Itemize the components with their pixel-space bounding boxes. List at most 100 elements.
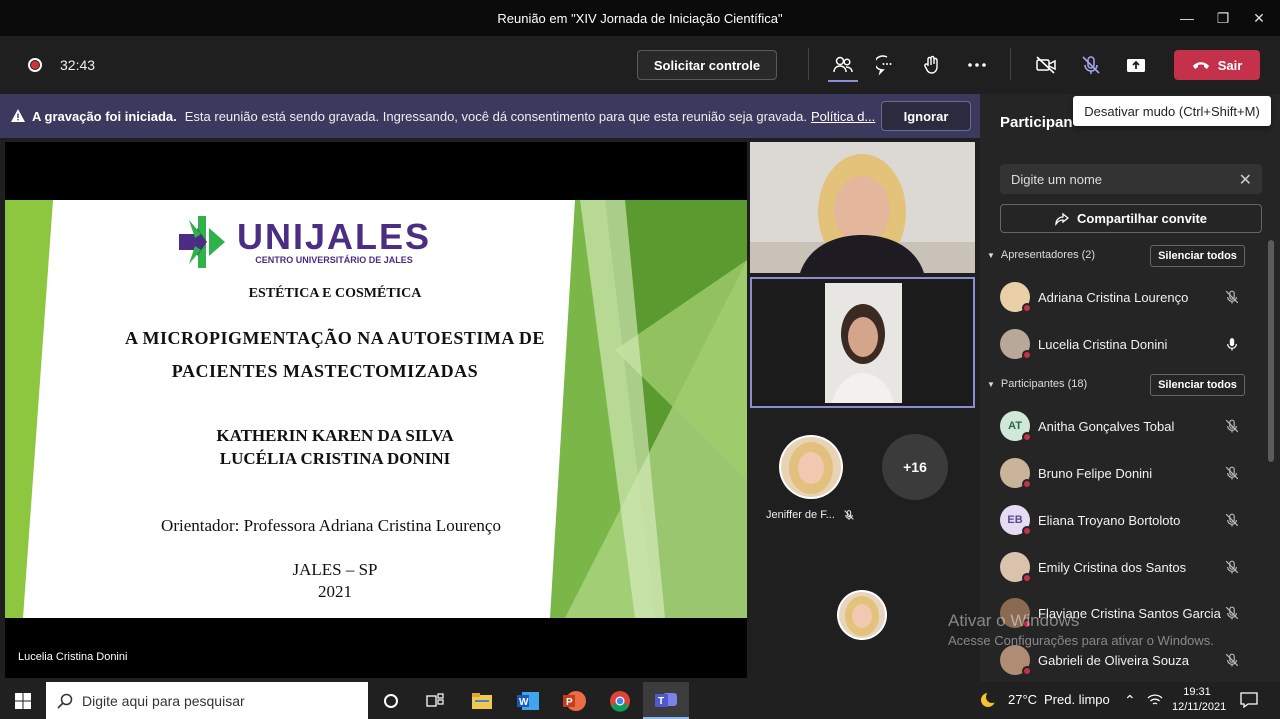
- overflow-participants-count[interactable]: +16: [882, 434, 948, 500]
- status-dot: [1022, 666, 1032, 676]
- avatar: [1000, 458, 1032, 489]
- participant-row[interactable]: Lucelia Cristina Donini: [1000, 328, 1250, 360]
- mic-muted-icon[interactable]: [1224, 652, 1240, 668]
- participant-row[interactable]: Gabrieli de Oliveira Souza: [1000, 644, 1250, 676]
- close-icon[interactable]: ✕: [1242, 0, 1276, 36]
- start-button[interactable]: [0, 682, 46, 719]
- mute-all-participants-button[interactable]: Silenciar todos: [1150, 374, 1245, 396]
- mic-on-icon[interactable]: [1224, 336, 1240, 352]
- clock[interactable]: 19:31 12/11/2021: [1172, 685, 1227, 715]
- chevron-down-icon: ▼: [987, 379, 995, 389]
- mic-muted-icon[interactable]: [1224, 512, 1240, 528]
- mute-all-presenters-button[interactable]: Silenciar todos: [1150, 245, 1245, 267]
- slide-course: ESTÉTICA E COSMÉTICA: [248, 286, 422, 301]
- avatar: AT: [1000, 411, 1032, 442]
- minimize-icon[interactable]: —: [1170, 0, 1204, 36]
- panel-title: Participan: [1000, 114, 1073, 131]
- cortana-icon[interactable]: [368, 682, 414, 719]
- participant-name: Lucelia Cristina Donini: [1038, 336, 1168, 352]
- self-view-tile[interactable]: [750, 552, 975, 678]
- avatar: [1000, 645, 1032, 676]
- slide-advisor: Orientador: Professora Adriana Cristina …: [161, 516, 501, 535]
- leave-button[interactable]: Sair: [1174, 50, 1260, 80]
- meeting-toolbar: 32:43 Solicitar controle Sair: [0, 36, 1280, 94]
- mic-muted-icon[interactable]: [1224, 289, 1240, 305]
- taskbar-search-input[interactable]: Digite aqui para pesquisar: [46, 682, 368, 719]
- warning-icon: [11, 109, 25, 122]
- notification-icon[interactable]: [1240, 692, 1258, 708]
- windows-logo-icon: [15, 692, 31, 709]
- clock-date: 12/11/2021: [1172, 701, 1227, 713]
- avatar: EB: [1000, 505, 1032, 536]
- participant-row[interactable]: Bruno Felipe Donini: [1000, 457, 1250, 489]
- participant-row[interactable]: AT Anitha Gonçalves Tobal: [1000, 410, 1250, 442]
- slide-city: JALES – SP: [292, 560, 378, 579]
- toolbar-divider: [1010, 48, 1011, 80]
- activation-watermark-title: Ativar o Windows: [948, 611, 1080, 630]
- participant-row[interactable]: EB Eliana Troyano Bortoloto: [1000, 504, 1250, 536]
- recording-banner: A gravação foi iniciada. Esta reunião es…: [0, 94, 980, 138]
- share-invite-button[interactable]: Compartilhar convite: [1000, 204, 1262, 233]
- chrome-icon[interactable]: [597, 682, 643, 719]
- presenters-section-header[interactable]: ▼ Apresentadores (2): [987, 249, 1095, 261]
- mic-muted-icon[interactable]: [1078, 52, 1104, 78]
- reactions-icon[interactable]: [919, 52, 945, 78]
- mic-muted-icon[interactable]: [1224, 605, 1240, 621]
- chat-icon[interactable]: [874, 52, 900, 78]
- video-tile-3[interactable]: Jeniffer de F... +16: [750, 412, 975, 550]
- status-dot: [1022, 573, 1032, 583]
- shared-content-stage: UNIJALES CENTRO UNIVERSITÁRIO DE JALES E…: [5, 142, 747, 678]
- participant-row[interactable]: Emily Cristina dos Santos: [1000, 551, 1250, 583]
- file-explorer-icon[interactable]: [459, 682, 505, 719]
- mic-muted-icon[interactable]: [1224, 418, 1240, 434]
- svg-text:P: P: [566, 697, 573, 708]
- participants-panel: Participan Digite um nome ✕ Compartilhar…: [980, 94, 1280, 682]
- toolbar-divider: [808, 48, 809, 80]
- active-tab-indicator: [828, 80, 858, 82]
- request-control-button[interactable]: Solicitar controle: [637, 50, 777, 80]
- status-dot: [1022, 479, 1032, 489]
- chevron-up-icon[interactable]: ⌃: [1124, 692, 1136, 709]
- windows-taskbar: Digite aqui para pesquisar W P T 27°C Pr…: [0, 682, 1280, 719]
- svg-text:W: W: [519, 697, 529, 708]
- participant-name: Emily Cristina dos Santos: [1038, 559, 1187, 575]
- participant-name: Eliana Troyano Bortoloto: [1038, 512, 1181, 528]
- clear-search-icon[interactable]: ✕: [1239, 170, 1252, 190]
- privacy-policy-link[interactable]: Política d...: [811, 109, 875, 124]
- temperature: 27°C: [1008, 692, 1038, 707]
- task-view-icon[interactable]: [412, 682, 458, 719]
- svg-text:T: T: [658, 696, 664, 707]
- avatar: [1000, 552, 1032, 583]
- participant-row[interactable]: Adriana Cristina Lourenço: [1000, 281, 1250, 313]
- share-invite-label: Compartilhar convite: [1076, 211, 1208, 226]
- mic-muted-icon[interactable]: [1224, 465, 1240, 481]
- logo-name: UNIJALES: [237, 216, 432, 257]
- participant-search-input[interactable]: Digite um nome ✕: [1000, 164, 1262, 194]
- dismiss-banner-button[interactable]: Ignorar: [881, 101, 971, 131]
- window-title: Reunião em "XIV Jornada de Iniciação Cie…: [497, 10, 783, 26]
- more-options-icon[interactable]: [964, 52, 990, 78]
- restore-icon[interactable]: ❐: [1206, 0, 1240, 36]
- recording-icon: [28, 58, 42, 72]
- status-dot: [1022, 432, 1032, 442]
- teams-icon[interactable]: T: [643, 682, 689, 719]
- participants-icon[interactable]: [830, 52, 856, 78]
- phone-hangup-icon: [1192, 62, 1209, 69]
- avatar-initials: EB: [1007, 514, 1023, 526]
- share-screen-icon[interactable]: [1123, 52, 1149, 78]
- unijales-logo: UNIJALES CENTRO UNIVERSITÁRIO DE JALES: [173, 214, 431, 270]
- slide-author-2: LUCÉLIA CRISTINA DONINI: [219, 449, 451, 468]
- powerpoint-icon[interactable]: P: [551, 682, 597, 719]
- word-icon[interactable]: W: [505, 682, 551, 719]
- status-dot: [1022, 526, 1032, 536]
- video-tile-2-active-speaker[interactable]: [750, 277, 975, 408]
- participant-video-1: [750, 142, 975, 273]
- video-tile-1[interactable]: [750, 142, 975, 273]
- panel-scrollbar[interactable]: [1268, 240, 1274, 462]
- camera-off-icon[interactable]: [1033, 52, 1059, 78]
- mic-muted-icon: [844, 510, 854, 520]
- wifi-icon[interactable]: [1147, 693, 1163, 707]
- participants-section-header[interactable]: ▼ Participantes (18): [987, 378, 1087, 390]
- mic-muted-icon[interactable]: [1224, 559, 1240, 575]
- small-tile-name: Jeniffer de F...: [766, 509, 835, 521]
